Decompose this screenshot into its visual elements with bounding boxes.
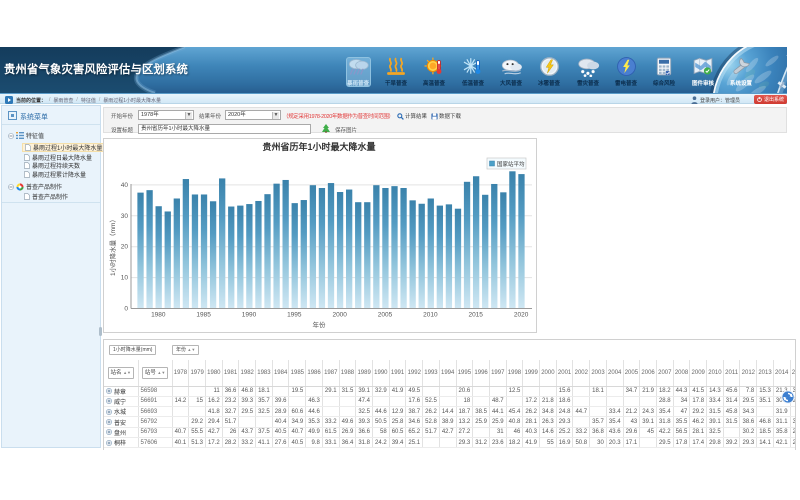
svg-text:1995: 1995	[287, 312, 302, 319]
svg-text:1990: 1990	[242, 312, 257, 319]
svg-text:10: 10	[121, 275, 129, 282]
svg-text:2005: 2005	[378, 312, 393, 319]
svg-text:1985: 1985	[196, 312, 211, 319]
svg-text:年份: 年份	[313, 320, 327, 329]
svg-text:2015: 2015	[468, 312, 483, 319]
svg-text:2020: 2020	[514, 312, 529, 319]
svg-text:20: 20	[121, 244, 129, 251]
svg-text:1小时降水量（mm）: 1小时降水量（mm）	[108, 216, 117, 276]
svg-text:2000: 2000	[332, 312, 347, 319]
svg-text:40: 40	[121, 182, 129, 189]
svg-text:0: 0	[124, 306, 128, 313]
svg-text:贵州省历年1小时最大降水量: 贵州省历年1小时最大降水量	[262, 141, 375, 152]
svg-text:30: 30	[121, 213, 129, 220]
svg-text:1980: 1980	[151, 312, 166, 319]
svg-text:2010: 2010	[423, 312, 438, 319]
svg-text:国家站平均: 国家站平均	[497, 160, 525, 168]
